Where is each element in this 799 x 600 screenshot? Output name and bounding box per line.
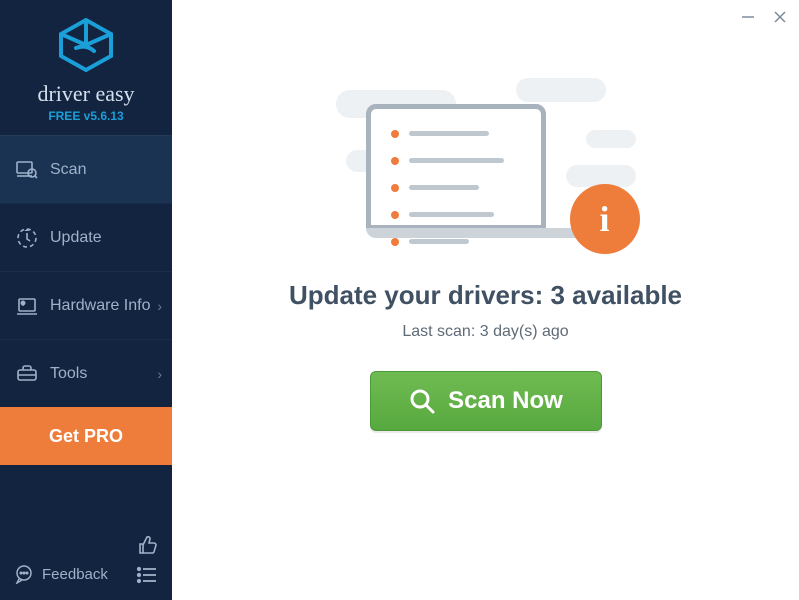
list-icon[interactable] [136, 566, 158, 584]
brand-name: driver easy [0, 81, 172, 107]
search-icon [408, 387, 436, 415]
last-scan-text: Last scan: 3 day(s) ago [402, 323, 568, 341]
svg-text:i: i [23, 301, 24, 306]
update-icon [16, 227, 38, 249]
scan-icon [16, 159, 38, 181]
scan-now-label: Scan Now [448, 387, 563, 415]
sidebar-item-hardware-info[interactable]: i Hardware Info › [0, 271, 172, 339]
chevron-right-icon: › [157, 366, 162, 382]
brand-logo-icon [56, 18, 116, 72]
get-pro-button[interactable]: Get PRO [0, 407, 172, 465]
feedback-icon [14, 564, 34, 584]
sidebar-item-label: Scan [50, 161, 86, 179]
sidebar-item-update[interactable]: Update [0, 203, 172, 271]
brand-version: FREE v5.6.13 [0, 109, 172, 123]
sidebar-nav: Scan Update i [0, 135, 172, 465]
main-content: i Update your drivers: 3 available Last … [172, 0, 799, 600]
close-button[interactable] [773, 10, 787, 24]
sidebar: driver easy FREE v5.6.13 Scan [0, 0, 172, 600]
hardware-info-icon: i [16, 295, 38, 317]
get-pro-label: Get PRO [49, 426, 123, 447]
sidebar-item-label: Hardware Info [50, 297, 151, 315]
feedback-button[interactable]: Feedback [14, 564, 108, 584]
window-controls [741, 10, 787, 24]
illustration: i [336, 70, 636, 250]
sidebar-item-scan[interactable]: Scan [0, 135, 172, 203]
tools-icon [16, 363, 38, 385]
sidebar-footer: Feedback [0, 524, 172, 600]
scan-now-button[interactable]: Scan Now [370, 371, 602, 431]
sidebar-item-tools[interactable]: Tools › [0, 339, 172, 407]
headline: Update your drivers: 3 available [289, 280, 682, 311]
info-badge-icon: i [570, 184, 640, 254]
chevron-right-icon: › [157, 298, 162, 314]
sidebar-item-label: Tools [50, 365, 87, 383]
sidebar-item-label: Update [50, 229, 102, 247]
brand-area: driver easy FREE v5.6.13 [0, 0, 172, 135]
thumbs-up-icon[interactable] [136, 534, 158, 556]
minimize-button[interactable] [741, 10, 755, 24]
feedback-label: Feedback [42, 566, 108, 583]
